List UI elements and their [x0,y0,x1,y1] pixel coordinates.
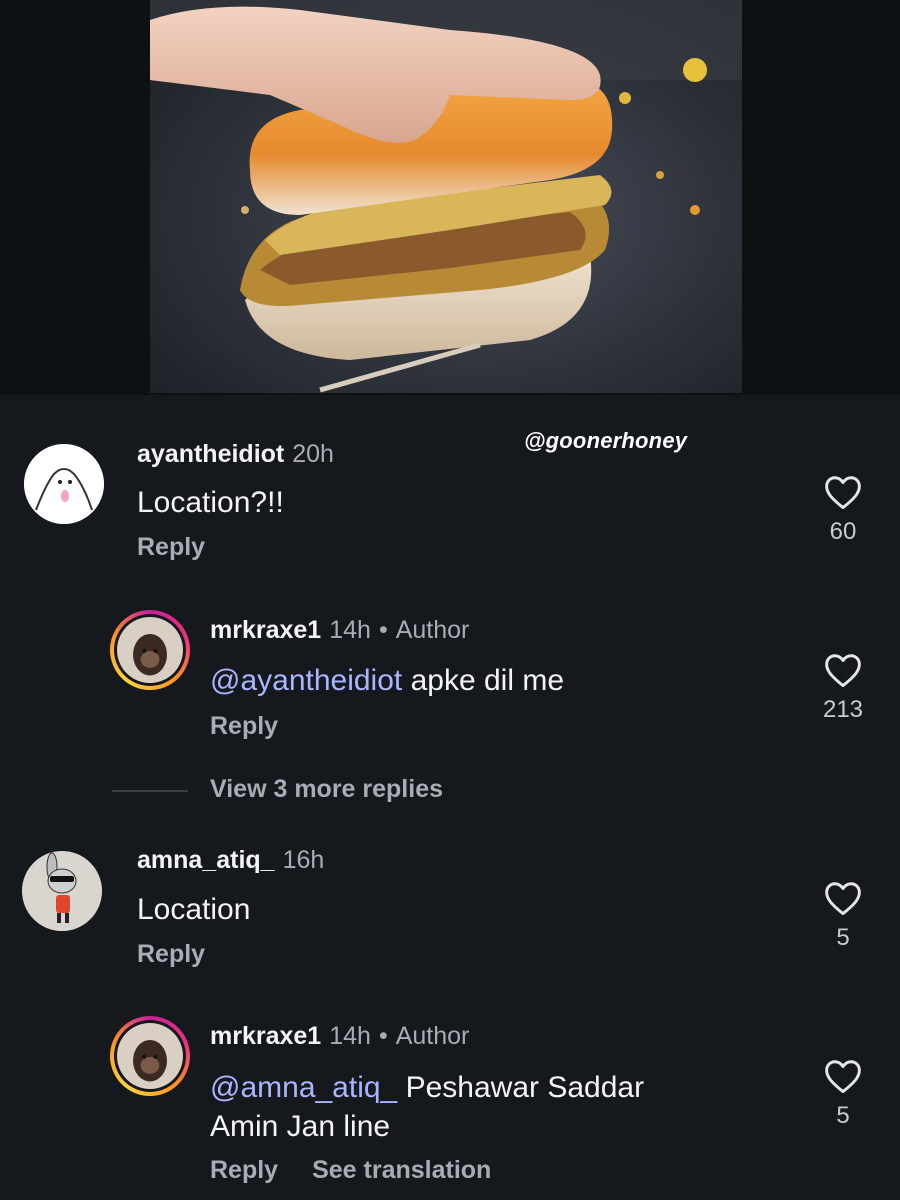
comment-meta: ayantheidiot 20h [137,440,334,469]
author-badge: Author [395,616,470,644]
reply-meta: mrkraxe1 14h • Author [210,616,469,645]
separator-dot: • [378,616,388,644]
comment-text: Location?!! [137,486,284,519]
comment-meta: amna_atiq_ 16h [137,846,324,875]
comment-username[interactable]: mrkraxe1 [210,616,321,644]
comment-text: @ayantheidiot apke dil me [210,661,564,700]
avatar-story-ring[interactable] [110,1016,190,1096]
ghost-avatar-icon [24,444,104,524]
reply-meta: mrkraxe1 14h • Author [210,1022,469,1051]
watermark-handle: @goonerhoney [524,428,688,453]
comment-actions: Reply [137,533,239,562]
reply-button[interactable]: Reply [137,533,205,561]
heart-outline-icon [825,654,861,688]
like-button[interactable]: 5 [818,880,868,952]
monkey-avatar-icon [117,617,183,683]
comment-username[interactable]: amna_atiq_ [137,846,275,874]
comment-actions: Reply [137,940,239,969]
post-video-frame[interactable] [150,0,742,393]
heart-outline-icon [825,476,861,510]
comment-username[interactable]: mrkraxe1 [210,1022,321,1050]
reply-button[interactable]: Reply [210,712,278,740]
bunny-avatar-icon [22,851,102,931]
avatar[interactable] [22,851,102,931]
comment-time: 20h [292,440,334,468]
reply-button[interactable]: Reply [137,940,205,968]
like-count: 213 [822,696,864,723]
mention-link[interactable]: @ayantheidiot [210,664,402,697]
avatar[interactable] [24,444,104,524]
view-more-replies-label[interactable]: View 3 more replies [210,775,443,804]
view-more-replies[interactable]: View 3 more replies [112,773,612,809]
comment-time: 14h [329,616,371,644]
like-button[interactable]: 60 [818,474,868,546]
monkey-avatar-icon [117,1023,183,1089]
mention-link[interactable]: @amna_atiq_ [210,1071,397,1104]
heart-outline-icon [825,882,861,916]
comment-body-line1: Peshawar Saddar [405,1071,645,1104]
comment-text: @amna_atiq_ Peshawar Saddar Amin Jan lin… [210,1068,644,1146]
like-button[interactable]: 5 [818,1058,868,1130]
avatar-story-ring[interactable] [110,610,190,690]
author-badge: Author [395,1022,470,1050]
reply-button[interactable]: Reply [210,1156,278,1184]
heart-outline-icon [825,1060,861,1094]
comment-time: 16h [282,846,325,874]
comment-actions: Reply See translation [210,1156,525,1185]
sandwich-image [150,0,742,393]
comment-body-line2: Amin Jan line [210,1110,391,1143]
like-count: 60 [829,518,857,545]
like-count: 5 [836,1102,850,1129]
comment-username[interactable]: ayantheidiot [137,440,284,468]
comment-body: apke dil me [410,664,565,697]
separator-dot: • [378,1022,388,1050]
comment-actions: Reply [210,712,312,741]
comment-text: Location [137,893,251,926]
see-translation-button[interactable]: See translation [312,1156,491,1184]
comment-time: 14h [329,1022,371,1050]
divider-line [112,790,188,792]
like-count: 5 [836,924,850,951]
like-button[interactable]: 213 [818,652,868,724]
post-media-area [0,0,900,395]
